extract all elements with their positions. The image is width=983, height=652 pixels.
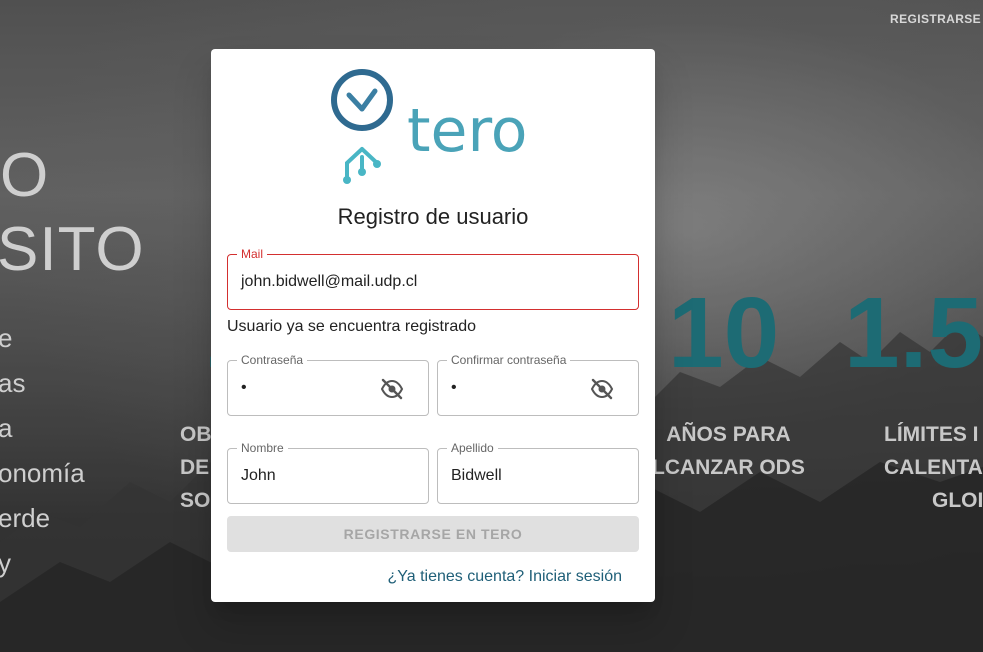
stat-label: AÑOS PARA LCANZAR ODS xyxy=(652,423,805,479)
register-nav-link[interactable]: REGISTRARSE xyxy=(890,12,981,26)
hero-paragraph-line: erde y xyxy=(0,503,51,578)
password-label: Contraseña xyxy=(237,353,308,367)
first-name-value: John xyxy=(241,467,276,484)
hero-paragraph-line: a xyxy=(0,413,13,443)
register-button[interactable]: REGISTRARSE EN TERO xyxy=(227,516,639,552)
hero-paragraph-line: onomía xyxy=(0,458,85,488)
hero-heading-line-2: SITO xyxy=(0,215,145,284)
stat-label: LÍMITES I CALENTA GLOI xyxy=(884,423,983,512)
stat-number: 1.5 xyxy=(844,277,983,389)
password-value: • xyxy=(241,379,247,396)
last-name-value: Bidwell xyxy=(451,467,502,484)
login-link[interactable]: ¿Ya tienes cuenta? Iniciar sesión xyxy=(388,568,623,586)
mail-label: Mail xyxy=(237,247,268,261)
stat-number: 10 xyxy=(668,277,780,389)
last-name-label: Apellido xyxy=(447,441,498,455)
first-name-label: Nombre xyxy=(237,441,288,455)
confirm-password-value: • xyxy=(451,379,457,396)
last-name-field[interactable]: Apellido Bidwell xyxy=(437,441,639,504)
mail-error-text: Usuario ya se encuentra registrado xyxy=(227,318,477,335)
hero-paragraph-line: as xyxy=(0,368,26,398)
mail-value: john.bidwell@mail.udp.cl xyxy=(241,273,418,290)
confirm-password-field[interactable]: Confirmar contraseña • xyxy=(437,353,639,416)
first-name-field[interactable]: Nombre John xyxy=(227,441,429,504)
stat-label: OB DE SO xyxy=(180,423,212,512)
confirm-password-label: Confirmar contraseña xyxy=(447,353,571,367)
mail-field[interactable]: Mail john.bidwell@mail.udp.cl xyxy=(227,247,639,310)
visibility-off-icon[interactable] xyxy=(380,378,404,400)
dialog-title: Registro de usuario xyxy=(337,204,529,229)
tero-logo: tero xyxy=(331,69,528,184)
hero-heading-line-1: O xyxy=(0,141,50,210)
password-field[interactable]: Contraseña • xyxy=(227,353,429,416)
hero-paragraph-line: e xyxy=(0,323,13,353)
visibility-off-icon[interactable] xyxy=(590,378,614,400)
logo-text: tero xyxy=(407,96,528,166)
register-dialog: tero Registro de usuario Mail john.bidwe… xyxy=(211,49,655,602)
